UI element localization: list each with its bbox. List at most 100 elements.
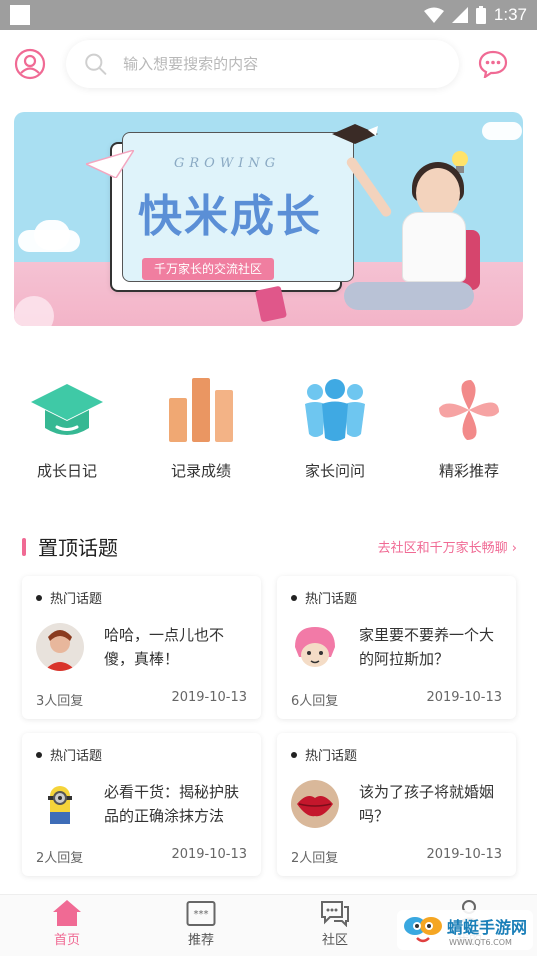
topic-tag: 热门话题 bbox=[291, 745, 502, 764]
nav-growth-diary[interactable]: 成长日记 bbox=[0, 376, 134, 481]
people-icon bbox=[305, 379, 365, 441]
bullet-icon bbox=[291, 594, 297, 601]
avatar bbox=[291, 623, 339, 671]
status-time: 1:37 bbox=[493, 5, 527, 24]
messages-button[interactable] bbox=[477, 48, 509, 80]
nav-featured-picks[interactable]: 精彩推荐 bbox=[402, 376, 536, 481]
bar-chart-icon bbox=[169, 378, 233, 442]
nav-parents-ask[interactable]: 家长问问 bbox=[268, 376, 402, 481]
tab-label: 首页 bbox=[53, 933, 80, 948]
pinned-topics-header: 置顶话题 去社区和千万家长畅聊 › bbox=[22, 532, 517, 561]
watermark-name: 蜻蜓手游网 bbox=[446, 917, 527, 937]
pink-cartoon-avatar bbox=[291, 623, 339, 671]
search-icon bbox=[85, 53, 107, 75]
avatar bbox=[291, 780, 339, 828]
bullet-icon bbox=[291, 751, 297, 758]
avatar bbox=[36, 780, 84, 828]
home-icon bbox=[53, 900, 81, 926]
nav-label: 记录成绩 bbox=[170, 462, 231, 480]
tab-label: 社区 bbox=[321, 933, 348, 948]
chat-bubble-icon bbox=[478, 50, 508, 78]
reply-count: 6人回复 bbox=[291, 694, 339, 709]
pinwheel-icon bbox=[439, 380, 499, 440]
topic-card[interactable]: 热门话题 家里要不要养一个大 的阿拉斯加？ 6人回复 2019-10-13 bbox=[277, 576, 516, 719]
topic-card[interactable]: 热门话题 必看干货：揭秘护肤 品的正确涂抹方法 2人回复 2019-10-13 bbox=[22, 733, 261, 876]
topic-tag: 热门话题 bbox=[36, 588, 247, 607]
banner-title: 快米成长 bbox=[138, 191, 322, 242]
tab-recommend[interactable]: *** 推荐 bbox=[134, 895, 268, 956]
top-bar bbox=[0, 30, 537, 98]
topic-text-line: 的阿拉斯加？ bbox=[359, 650, 450, 668]
nav-label: 家长问问 bbox=[304, 462, 365, 480]
reply-count: 2人回复 bbox=[36, 851, 84, 866]
topic-text-line: 品的正确涂抹方法 bbox=[104, 807, 225, 825]
topic-text-line: 傻，真棒！ bbox=[104, 650, 180, 668]
topic-date: 2019-10-13 bbox=[171, 847, 247, 862]
girl-illustration bbox=[416, 168, 460, 218]
section-title: 置顶话题 bbox=[38, 536, 118, 560]
tab-home[interactable]: 首页 bbox=[0, 895, 134, 956]
status-bar: 1:37 bbox=[0, 0, 537, 30]
search-bar[interactable] bbox=[66, 40, 459, 88]
wifi-icon bbox=[423, 7, 444, 23]
user-profile-button[interactable] bbox=[14, 48, 46, 80]
go-community-link[interactable]: 去社区和千万家长畅聊 › bbox=[378, 537, 517, 556]
topic-text-line: 必看干货：揭秘护肤 bbox=[104, 783, 240, 801]
avatar bbox=[36, 623, 84, 671]
cloud-decoration bbox=[482, 122, 522, 140]
tab-label: 推荐 bbox=[187, 933, 214, 948]
notification-icon bbox=[10, 5, 30, 25]
topic-card[interactable]: 热门话题 哈哈，一点儿也不 傻，真棒！ 3人回复 2019-10-13 bbox=[22, 576, 261, 719]
chevron-right-icon: › bbox=[511, 541, 517, 556]
recommend-icon: *** bbox=[186, 901, 216, 926]
banner-growing-text: GROWING bbox=[174, 156, 281, 171]
topic-tag: 热门话题 bbox=[36, 745, 247, 764]
search-input[interactable] bbox=[123, 55, 441, 73]
reply-count: 2人回复 bbox=[291, 851, 339, 866]
girl-illustration bbox=[344, 282, 474, 310]
reply-count: 3人回复 bbox=[36, 694, 84, 709]
topic-card[interactable]: 热门话题 该为了孩子将就婚姻 吗？ 2人回复 2019-10-13 bbox=[277, 733, 516, 876]
girl-illustration bbox=[402, 212, 466, 282]
graduation-cap-decoration bbox=[332, 124, 378, 144]
bullet-icon bbox=[36, 751, 42, 758]
topic-grid: 热门话题 哈哈，一点儿也不 傻，真棒！ 3人回复 2019-10-13 热门话题 家… bbox=[22, 576, 516, 876]
dragonfly-logo-icon bbox=[403, 917, 442, 943]
graduation-cap-icon bbox=[31, 384, 103, 435]
topic-date: 2019-10-13 bbox=[171, 690, 247, 705]
paper-plane-icon bbox=[86, 150, 134, 178]
nav-label: 精彩推荐 bbox=[438, 462, 499, 480]
tag-label: 热门话题 bbox=[50, 749, 103, 764]
svg-text:***: *** bbox=[194, 909, 209, 920]
signal-icon bbox=[451, 7, 468, 23]
bullet-icon bbox=[36, 594, 42, 601]
cloud-decoration bbox=[34, 220, 70, 250]
watermark-url: WWW.QT6.COM bbox=[448, 937, 512, 947]
section-accent-bar bbox=[22, 537, 26, 556]
topic-text-line: 哈哈，一点儿也不 bbox=[104, 626, 225, 644]
promo-banner[interactable]: GROWING 快米成长 千万家长的交流社区 bbox=[14, 112, 523, 326]
tab-community[interactable]: 社区 bbox=[268, 895, 402, 956]
topic-text-line: 吗？ bbox=[359, 807, 390, 825]
topic-text-line: 家里要不要养一个大 bbox=[359, 626, 495, 644]
lips-avatar bbox=[291, 780, 339, 828]
topic-text-line: 该为了孩子将就婚姻 bbox=[359, 783, 495, 801]
tag-label: 热门话题 bbox=[50, 592, 103, 607]
go-community-label: 去社区和千万家长畅聊 bbox=[377, 541, 508, 556]
topic-tag: 热门话题 bbox=[291, 588, 502, 607]
woman-portrait-avatar bbox=[36, 623, 84, 671]
topic-date: 2019-10-13 bbox=[426, 847, 502, 862]
topic-date: 2019-10-13 bbox=[426, 690, 502, 705]
tag-label: 热门话题 bbox=[305, 749, 358, 764]
quick-nav: 成长日记 记录成绩 家长问问 精彩推荐 bbox=[0, 376, 537, 481]
watermark: 蜻蜓手游网 WWW.QT6.COM bbox=[396, 910, 533, 950]
cloud-decoration bbox=[14, 296, 54, 326]
community-chat-icon bbox=[321, 901, 349, 927]
nav-record-scores[interactable]: 记录成绩 bbox=[134, 376, 268, 481]
battery-icon bbox=[475, 6, 486, 24]
user-circle-icon bbox=[14, 48, 46, 80]
minion-avatar bbox=[36, 780, 84, 828]
tag-label: 热门话题 bbox=[305, 592, 358, 607]
banner-subtitle: 千万家长的交流社区 bbox=[142, 258, 275, 280]
nav-label: 成长日记 bbox=[36, 462, 97, 480]
